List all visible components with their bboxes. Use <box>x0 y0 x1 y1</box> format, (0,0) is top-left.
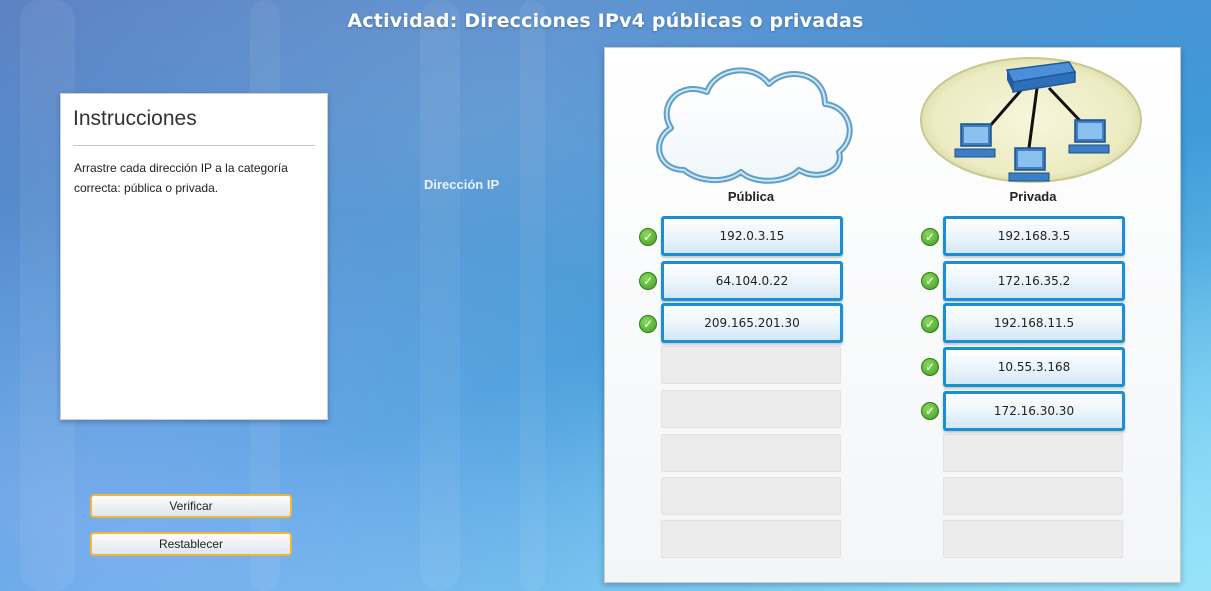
cloud-icon <box>656 67 853 184</box>
check-icon: ✓ <box>639 272 657 290</box>
check-icon: ✓ <box>921 272 939 290</box>
ip-chip-private[interactable]: 172.16.30.30 <box>943 391 1125 431</box>
instructions-panel: Instrucciones Arrastre cada dirección IP… <box>60 93 328 420</box>
empty-drop-slot[interactable] <box>943 434 1123 472</box>
check-icon: ✓ <box>921 228 939 246</box>
check-icon: ✓ <box>921 315 939 333</box>
instructions-text: Arrastre cada dirección IP a la categorí… <box>74 161 288 195</box>
empty-drop-slot[interactable] <box>661 477 841 515</box>
ip-chip-private[interactable]: 192.168.3.5 <box>943 216 1125 256</box>
private-category-label: Privada <box>1009 189 1057 204</box>
empty-drop-slot[interactable] <box>943 520 1123 558</box>
empty-drop-slot[interactable] <box>661 390 841 428</box>
public-category-label: Pública <box>727 189 775 204</box>
divider <box>73 145 315 146</box>
instructions-heading: Instrucciones <box>73 107 197 130</box>
check-icon: ✓ <box>639 228 657 246</box>
empty-drop-slot[interactable] <box>661 434 841 472</box>
check-icon: ✓ <box>921 402 939 420</box>
check-icon: ✓ <box>921 358 939 376</box>
empty-drop-slot[interactable] <box>661 520 841 558</box>
ip-chip-public[interactable]: 192.0.3.15 <box>661 216 843 256</box>
ip-chip-private[interactable]: 10.55.3.168 <box>943 347 1125 387</box>
verify-button[interactable]: Verificar <box>90 494 292 518</box>
ip-chip-private[interactable]: 172.16.35.2 <box>943 261 1125 301</box>
empty-drop-slot[interactable] <box>943 477 1123 515</box>
ip-address-label: Dirección IP <box>424 177 500 192</box>
background-bar <box>420 0 460 591</box>
page-title: Actividad: Direcciones IPv4 públicas o p… <box>347 10 864 32</box>
background-bar <box>520 0 545 591</box>
reset-button[interactable]: Restablecer <box>90 532 292 556</box>
category-panel: Pública Privada ✓ 192.0.3.15 ✓ 64.104.0.… <box>604 47 1181 583</box>
empty-drop-slot[interactable] <box>661 346 841 384</box>
network-switch-icon <box>920 57 1142 183</box>
ip-chip-private[interactable]: 192.168.11.5 <box>943 303 1125 343</box>
check-icon: ✓ <box>639 315 657 333</box>
ip-chip-public[interactable]: 209.165.201.30 <box>661 303 843 343</box>
ip-chip-public[interactable]: 64.104.0.22 <box>661 261 843 301</box>
